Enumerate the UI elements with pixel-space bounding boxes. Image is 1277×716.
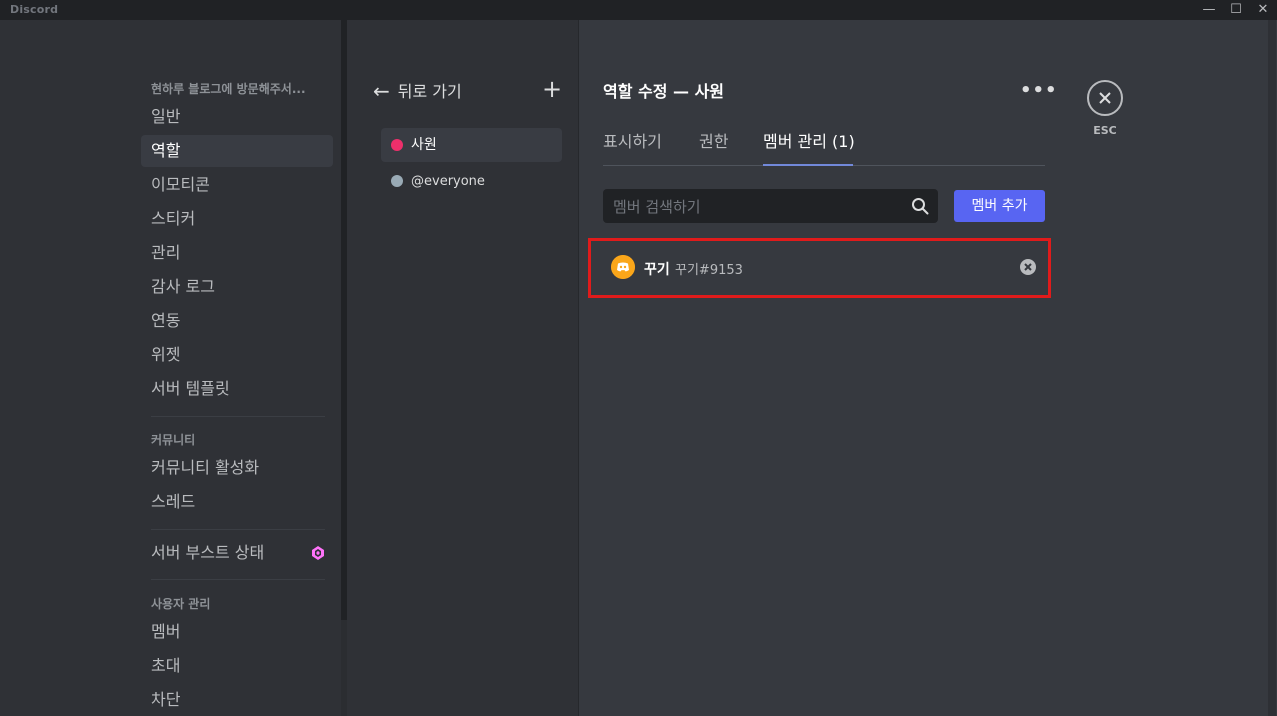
more-options-icon[interactable]: ••• (1020, 80, 1058, 101)
avatar (611, 255, 635, 279)
sidebar-item-audit-log[interactable]: 감사 로그 (141, 271, 333, 303)
sidebar-divider (151, 579, 325, 580)
search-icon[interactable] (911, 197, 929, 215)
member-tag: 꾸기#9153 (675, 263, 743, 278)
sidebar-item-members[interactable]: 멤버 (141, 616, 333, 648)
title-bar: Discord — ☐ ✕ (0, 0, 1277, 20)
roles-panel (347, 20, 579, 716)
add-member-button[interactable]: 멤버 추가 (954, 190, 1045, 222)
sidebar-divider (151, 416, 325, 417)
close-icon (1099, 92, 1111, 104)
sidebar-item-stickers[interactable]: 스티커 (141, 203, 333, 235)
sidebar-item-widget[interactable]: 위젯 (141, 339, 333, 371)
server-name-header: 현하루 블로그에 방문해주서... (151, 82, 306, 96)
esc-label: ESC (1093, 124, 1117, 137)
sidebar-item-invites[interactable]: 초대 (141, 650, 333, 682)
sidebar-item-server-boost[interactable]: 서버 부스트 상태 (141, 537, 333, 569)
maximize-icon[interactable]: ☐ (1223, 0, 1249, 20)
user-management-header: 사용자 관리 (151, 597, 211, 611)
member-search-box (603, 189, 938, 225)
role-item-employee[interactable]: 사원 (381, 128, 562, 162)
member-display-name: 꾸기 (644, 262, 670, 278)
sidebar-item-enable-community[interactable]: 커뮤니티 활성화 (141, 452, 333, 484)
app-title: Discord (10, 3, 59, 16)
back-button[interactable]: ← 뒤로 가기 (373, 78, 462, 103)
sidebar-item-bans[interactable]: 차단 (141, 684, 333, 716)
close-window-icon[interactable]: ✕ (1250, 0, 1276, 20)
boost-gem-icon (312, 546, 324, 560)
role-item-everyone[interactable]: @everyone (381, 164, 562, 198)
sidebar-item-general[interactable]: 일반 (141, 101, 333, 133)
sidebar-item-roles[interactable]: 역할 (141, 135, 333, 167)
minimize-icon[interactable]: — (1196, 0, 1222, 20)
community-header: 커뮤니티 (151, 433, 196, 447)
arrow-left-icon: ← (373, 79, 390, 103)
tab-display[interactable]: 표시하기 (603, 128, 662, 152)
member-search-input[interactable] (603, 189, 915, 225)
tab-permissions[interactable]: 권한 (699, 128, 728, 152)
role-name: @everyone (411, 174, 485, 189)
sidebar-item-server-template[interactable]: 서버 템플릿 (141, 373, 333, 405)
page-title: 역할 수정 — 사원 (603, 82, 725, 101)
main-scrollbar[interactable] (1268, 20, 1276, 716)
active-tab-indicator (763, 164, 853, 166)
role-edit-main (579, 20, 1277, 716)
sidebar-item-moderation[interactable]: 관리 (141, 237, 333, 269)
create-role-plus-icon[interactable]: + (541, 74, 563, 104)
close-settings-button[interactable] (1087, 80, 1123, 116)
role-color-dot (391, 175, 403, 187)
sidebar-item-integrations[interactable]: 연동 (141, 305, 333, 337)
tab-manage-members[interactable]: 멤버 관리 (1) (763, 128, 855, 152)
remove-member-icon[interactable] (1020, 259, 1036, 275)
role-name: 사원 (411, 137, 437, 153)
back-label: 뒤로 가기 (397, 82, 462, 101)
member-row[interactable]: 꾸기 꾸기#9153 (600, 252, 1040, 284)
sidebar-item-threads[interactable]: 스레드 (141, 486, 333, 518)
role-color-dot (391, 139, 403, 151)
sidebar-item-emoji[interactable]: 이모티콘 (141, 169, 333, 201)
sidebar-divider (151, 529, 325, 530)
